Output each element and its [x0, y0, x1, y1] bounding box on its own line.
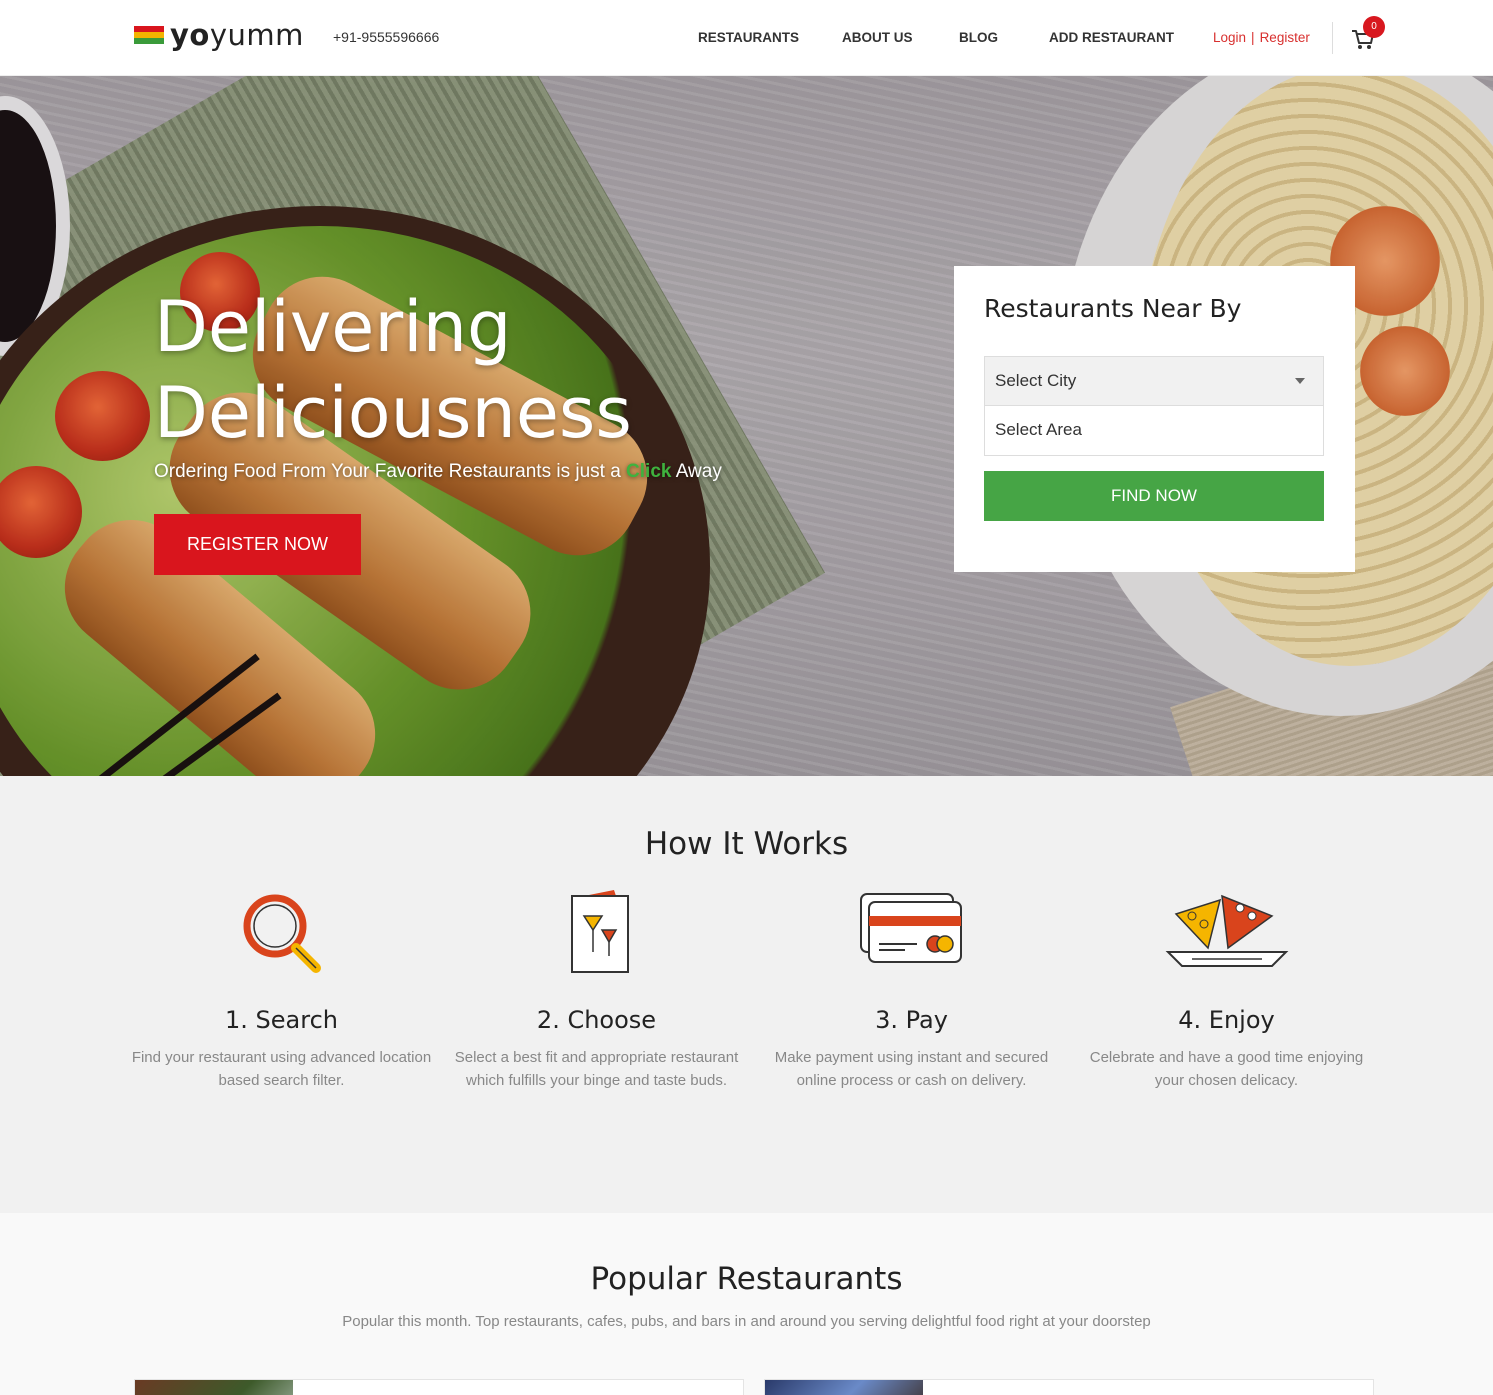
step-title: 4. Enjoy [1178, 1006, 1275, 1034]
section-title: How It Works [644, 826, 849, 862]
step-description: Make payment using instant and secured on… [774, 1049, 1049, 1089]
logo-flag-icon [134, 26, 164, 44]
step-description: Celebrate and have a good time enjoying y… [1089, 1049, 1364, 1089]
hero-title-line-2: Deliciousness [154, 372, 632, 454]
credit-card-icon [859, 893, 962, 963]
hero-banner: Delivering Deliciousness Ordering Food F… [0, 76, 1493, 776]
nav-blog[interactable]: BLOG [959, 30, 998, 45]
pizza-plate-icon [1165, 894, 1288, 967]
restaurant-card[interactable] [134, 1379, 744, 1395]
nav-add-restaurant[interactable]: ADD RESTAURANT [1049, 30, 1174, 45]
select-city-dropdown[interactable]: Select City [984, 356, 1324, 406]
logo-text: yoyumm [170, 18, 304, 52]
restaurants-near-by-panel: Restaurants Near By Select City Select A… [954, 266, 1355, 572]
find-now-button[interactable]: FIND NOW [984, 471, 1324, 521]
restaurant-image [135, 1380, 293, 1395]
register-now-button[interactable]: REGISTER NOW [154, 514, 361, 575]
hero-title: Delivering Deliciousness [154, 284, 632, 456]
step-choose: 2. Choose Select a best fit and appropri… [439, 886, 754, 1092]
login-link[interactable]: Login [1213, 30, 1246, 45]
cart-count-badge: 0 [1363, 16, 1385, 38]
section-subtitle: Popular this month. Top restaurants, caf… [342, 1313, 1151, 1330]
logo[interactable]: yoyumm [134, 18, 304, 52]
restaurant-image [765, 1380, 923, 1395]
nav-about-us[interactable]: ABOUT US [842, 30, 913, 45]
step-title: 1. Search [225, 1006, 338, 1034]
phone-number[interactable]: +91-9555596666 [333, 29, 439, 45]
select-area-input[interactable]: Select Area [984, 406, 1324, 456]
magnifier-icon [243, 894, 321, 973]
site-header: yoyumm +91-9555596666 RESTAURANTS ABOUT … [0, 0, 1493, 76]
auth-links: Login | Register [1213, 30, 1310, 45]
popular-restaurants-section: Popular Restaurants Popular this month. … [0, 1213, 1493, 1395]
panel-title: Restaurants Near By [984, 294, 1242, 323]
step-pay: 3. Pay Make payment using instant and se… [754, 886, 1069, 1092]
step-search: 1. Search Find your restaurant using adv… [124, 886, 439, 1092]
register-link[interactable]: Register [1260, 30, 1310, 45]
auth-separator: | [1251, 30, 1255, 45]
hero-title-line-1: Delivering [154, 286, 512, 368]
step-title: 3. Pay [875, 1006, 948, 1034]
nav-restaurants[interactable]: RESTAURANTS [698, 30, 799, 45]
section-title: Popular Restaurants [590, 1261, 903, 1297]
restaurant-card[interactable] [764, 1379, 1374, 1395]
click-highlight: Click [626, 461, 672, 482]
step-enjoy: 4. Enjoy Celebrate and have a good time … [1069, 886, 1384, 1092]
how-it-works-section: How It Works 1. Search Find your restaur… [0, 776, 1493, 1213]
menu-card-icon [570, 890, 629, 973]
step-description: Select a best fit and appropriate restau… [454, 1049, 739, 1089]
step-description: Find your restaurant using advanced loca… [131, 1049, 432, 1089]
hero-subtitle: Ordering Food From Your Favorite Restaur… [154, 461, 722, 482]
header-divider [1332, 22, 1333, 54]
chevron-down-icon [1295, 378, 1305, 384]
step-title: 2. Choose [536, 1006, 657, 1034]
